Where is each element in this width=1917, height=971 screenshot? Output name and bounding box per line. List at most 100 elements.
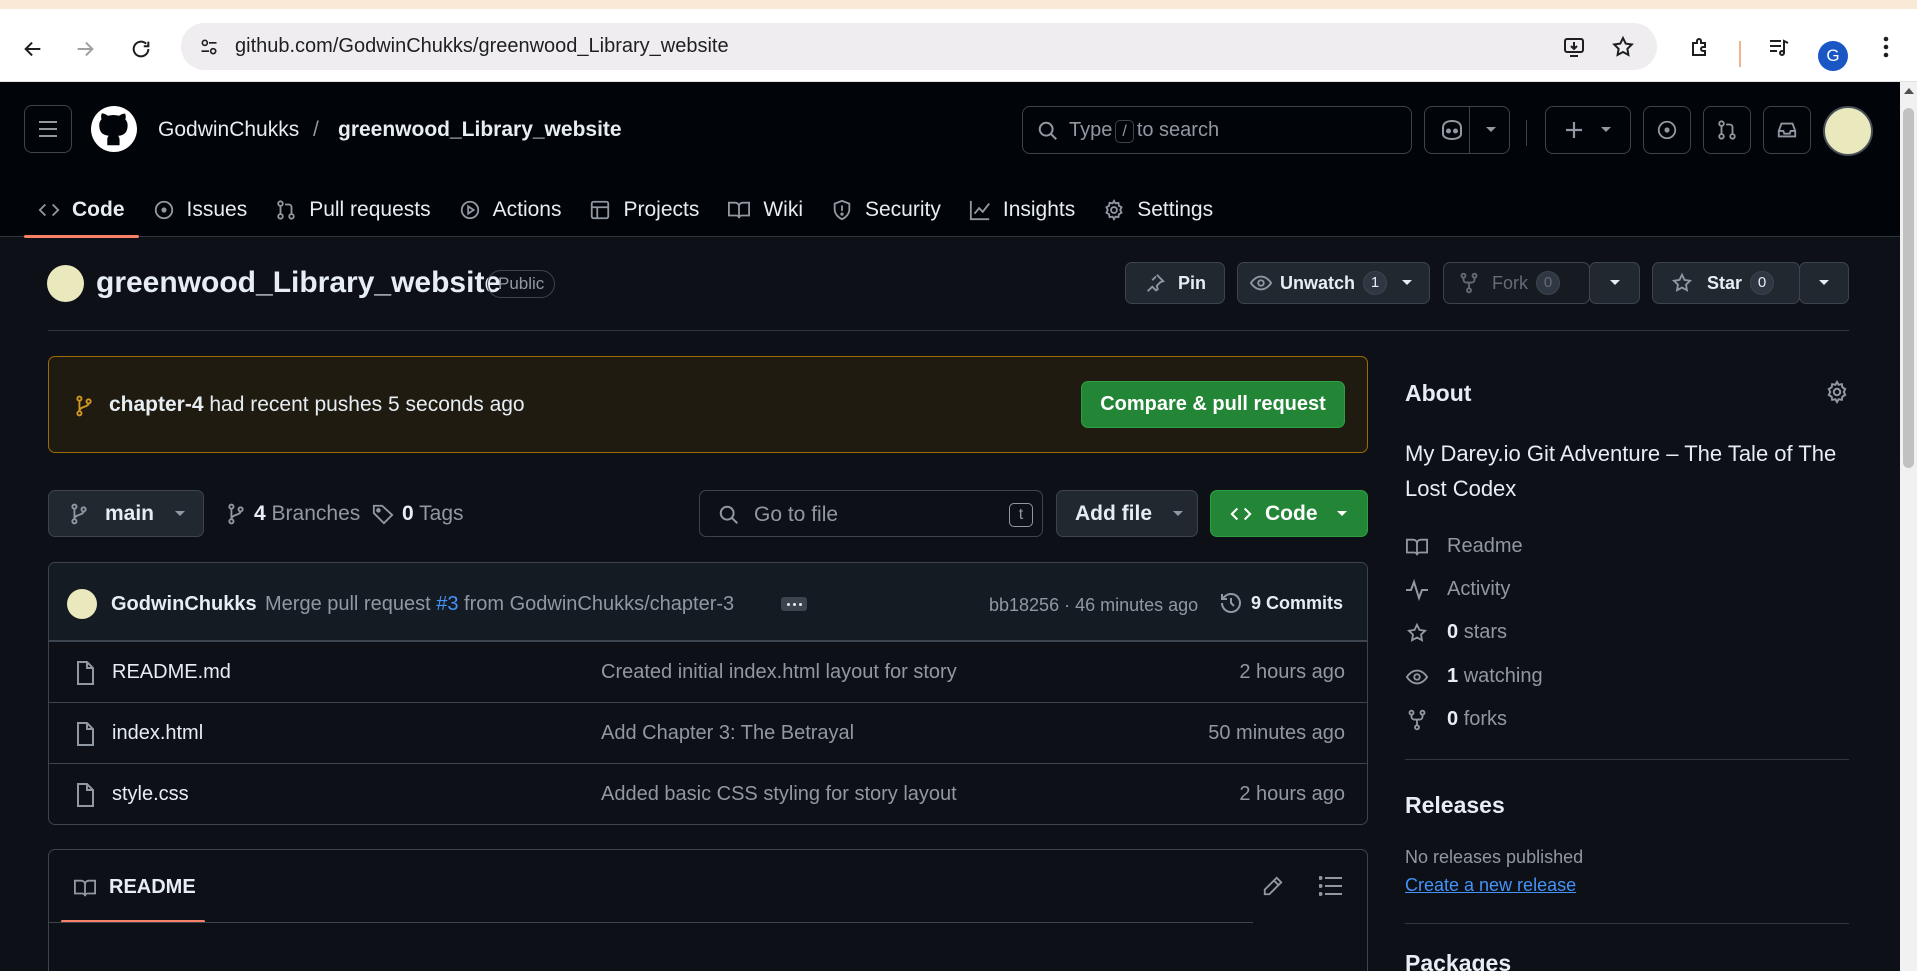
forward-button[interactable]: [67, 31, 103, 67]
tab-issues[interactable]: Issues: [139, 182, 262, 237]
push-branch-name[interactable]: chapter-4: [109, 393, 204, 416]
unwatch-button[interactable]: Unwatch 1: [1237, 262, 1430, 304]
breadcrumb-repo[interactable]: greenwood_Library_website: [338, 118, 622, 142]
arrow-left-icon: [24, 41, 41, 57]
install-app-button[interactable]: [1560, 33, 1588, 61]
file-commit-message[interactable]: Added basic CSS styling for story layout: [601, 783, 957, 806]
star-button[interactable]: Star 0: [1652, 262, 1800, 304]
latest-commit-bar: GodwinChukks Merge pull request #3 from …: [49, 563, 1367, 641]
tab-security[interactable]: Security: [817, 182, 955, 237]
playlist-icon: [1770, 39, 1789, 56]
commit-message[interactable]: Merge pull request #3 from GodwinChukks/…: [265, 593, 734, 616]
compare-pull-request-button[interactable]: Compare & pull request: [1081, 381, 1345, 428]
file-name[interactable]: index.html: [112, 722, 203, 745]
chevron-down-icon[interactable]: [1485, 126, 1497, 134]
file-row[interactable]: index.html Add Chapter 3: The Betrayal 5…: [49, 702, 1367, 763]
branch-selector[interactable]: main: [48, 490, 204, 537]
copilot-icon: [1442, 119, 1462, 141]
tab-wiki[interactable]: Wiki: [713, 182, 817, 237]
readme-panel: README: [48, 849, 1368, 971]
releases-heading[interactable]: Releases: [1405, 792, 1505, 819]
commit-sha-time[interactable]: bb18256 · 46 minutes ago: [989, 595, 1198, 616]
file-commit-time: 2 hours ago: [1239, 783, 1345, 805]
bookmark-button[interactable]: [1609, 33, 1637, 61]
copilot-button[interactable]: [1424, 106, 1510, 154]
branches-link[interactable]: 4 Branches: [226, 502, 360, 526]
pull-requests-button[interactable]: [1703, 106, 1751, 154]
commit-author[interactable]: GodwinChukks: [111, 593, 257, 616]
add-file-button[interactable]: Add file: [1056, 490, 1198, 537]
tag-icon: [372, 504, 394, 525]
compare-label: Compare & pull request: [1100, 393, 1326, 415]
tab-actions[interactable]: Actions: [445, 182, 576, 237]
breadcrumb-owner[interactable]: GodwinChukks: [158, 118, 299, 142]
scrollbar-thumb[interactable]: [1903, 108, 1914, 468]
chevron-down-icon: [1601, 127, 1611, 132]
file-name[interactable]: style.css: [112, 783, 189, 806]
repo-title[interactable]: greenwood_Library_website: [96, 266, 501, 300]
pencil-icon[interactable]: [1262, 875, 1284, 897]
search-input[interactable]: Type / to search: [1022, 106, 1412, 154]
pin-button[interactable]: Pin: [1125, 262, 1225, 304]
global-menu-button[interactable]: [24, 105, 72, 153]
file-row[interactable]: style.css Added basic CSS styling for st…: [49, 763, 1367, 824]
extensions-button[interactable]: [1686, 33, 1714, 61]
go-to-file-placeholder: Go to file: [754, 503, 839, 526]
go-to-file-input[interactable]: Go to file t: [699, 490, 1043, 537]
gear-icon[interactable]: [1825, 380, 1849, 404]
tab-label: Settings: [1137, 197, 1214, 221]
site-settings-icon[interactable]: [199, 37, 219, 57]
fork-count: 0: [1536, 271, 1560, 295]
file-row[interactable]: README.md Created initial index.html lay…: [49, 641, 1367, 702]
url-text[interactable]: github.com/GodwinChukks/greenwood_Librar…: [235, 35, 729, 58]
stars-link[interactable]: 0 stars: [1405, 621, 1507, 644]
tab-projects[interactable]: Projects: [575, 182, 713, 237]
code-dropdown-button[interactable]: Code: [1210, 490, 1368, 537]
commit-author-avatar[interactable]: [67, 589, 97, 619]
file-commit-message[interactable]: Created initial index.html layout for st…: [601, 661, 957, 684]
create-release-link[interactable]: Create a new release: [1405, 875, 1576, 896]
pulse-icon: [1406, 578, 1428, 601]
code-icon: [38, 203, 60, 216]
scroll-up-arrow-icon[interactable]: [1904, 88, 1914, 94]
fork-button[interactable]: Fork 0: [1443, 262, 1590, 304]
user-avatar[interactable]: [1823, 106, 1873, 156]
address-bar[interactable]: github.com/GodwinChukks/greenwood_Librar…: [181, 23, 1657, 70]
chevron-down-icon: [1402, 280, 1413, 285]
pr-link[interactable]: #3: [436, 593, 458, 615]
reload-button[interactable]: [123, 31, 159, 67]
readme-link[interactable]: Readme: [1405, 535, 1523, 558]
star-dropdown-button[interactable]: [1799, 262, 1849, 304]
readme-tab[interactable]: README: [109, 876, 196, 899]
create-new-button[interactable]: [1545, 106, 1631, 154]
forks-link[interactable]: 0 forks: [1405, 708, 1507, 731]
expand-commit-button[interactable]: [781, 597, 807, 611]
repo-owner-avatar[interactable]: [47, 265, 84, 302]
inbox-button[interactable]: [1763, 106, 1811, 154]
github-logo[interactable]: [91, 106, 137, 152]
media-button[interactable]: [1765, 33, 1793, 61]
tab-settings[interactable]: Settings: [1089, 182, 1227, 237]
activity-link[interactable]: Activity: [1405, 578, 1510, 601]
tab-label: Wiki: [763, 197, 803, 221]
tab-code[interactable]: Code: [24, 182, 139, 238]
search-icon: [719, 505, 738, 524]
file-name[interactable]: README.md: [112, 661, 231, 684]
back-button[interactable]: [15, 31, 51, 67]
repo-nav: Code Issues Pull requests Actions Projec…: [24, 182, 1227, 238]
tags-link[interactable]: 0 Tags: [372, 502, 464, 526]
watch-count: 1: [1363, 271, 1388, 295]
browser-menu-button[interactable]: [1872, 33, 1900, 61]
arrow-right-icon: [77, 41, 94, 57]
commits-link[interactable]: 9 Commits: [1219, 591, 1343, 615]
file-commit-message[interactable]: Add Chapter 3: The Betrayal: [601, 722, 854, 745]
tab-insights[interactable]: Insights: [955, 182, 1089, 237]
profile-avatar[interactable]: G: [1818, 41, 1848, 71]
outline-list-icon[interactable]: [1319, 876, 1343, 896]
watching-link[interactable]: 1 watching: [1405, 665, 1543, 688]
packages-heading[interactable]: Packages: [1405, 950, 1511, 971]
pin-label: Pin: [1177, 272, 1206, 293]
issues-button[interactable]: [1643, 106, 1691, 154]
tab-pull-requests[interactable]: Pull requests: [261, 182, 444, 237]
fork-dropdown-button[interactable]: [1589, 262, 1640, 304]
